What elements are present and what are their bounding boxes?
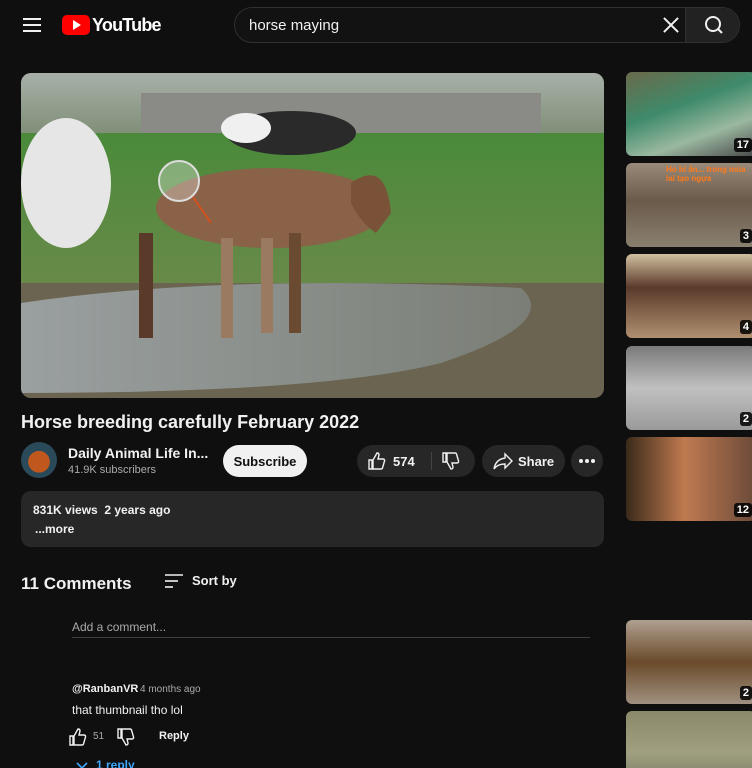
like-button[interactable]: 574 <box>357 445 431 477</box>
recommended-video-thumbnail[interactable]: 4 <box>626 254 752 338</box>
comments-count-title: 11 Comments <box>21 574 132 593</box>
comment-like-count: 51 <box>93 731 105 742</box>
youtube-play-icon <box>62 15 90 35</box>
description-more[interactable]: ...more <box>35 522 74 536</box>
view-stats: 831K views 2 years ago <box>33 503 171 517</box>
comment-author[interactable]: @RanbanVR <box>72 683 138 695</box>
youtube-logo[interactable]: YouTube <box>62 14 162 36</box>
comment-text: that thumbnail tho lol <box>72 703 183 717</box>
description-box[interactable]: 831K views 2 years ago ...more <box>21 491 604 547</box>
logo-text: YouTube <box>92 14 162 35</box>
thumbs-up-icon <box>368 452 386 470</box>
subscribe-button[interactable]: Subscribe <box>223 445 307 477</box>
view-replies-button[interactable]: 1 reply <box>76 758 135 768</box>
sort-icon <box>165 574 183 588</box>
dislike-button[interactable] <box>432 445 475 477</box>
video-title: Horse breeding carefully February 2022 <box>21 412 360 432</box>
menu-button[interactable] <box>20 13 44 37</box>
recommended-video-thumbnail[interactable]: 12 <box>626 437 752 521</box>
comment-dislike-button[interactable] <box>116 727 138 747</box>
like-count: 574 <box>393 454 415 469</box>
search-input[interactable] <box>235 8 685 42</box>
channel-avatar[interactable] <box>21 442 57 478</box>
hamburger-icon <box>23 18 41 20</box>
recommended-video-thumbnail[interactable]: Ho bí ẩn... trong mùa lai tạo ngựa 3 <box>626 163 752 247</box>
subscriber-count: 41.9K subscribers <box>68 464 157 476</box>
chevron-down-icon <box>76 762 88 768</box>
top-bar: YouTube <box>0 0 752 50</box>
recommended-video-thumbnail[interactable]: 2 <box>626 620 752 704</box>
recommended-video-thumbnail[interactable] <box>626 711 752 768</box>
like-dislike-group: 574 <box>357 445 475 477</box>
video-frame <box>21 73 604 398</box>
video-duration: 3 <box>739 229 752 243</box>
add-comment-input[interactable] <box>72 616 590 638</box>
replies-count: 1 reply <box>96 758 135 768</box>
video-duration: 2 <box>739 686 752 700</box>
search-icon <box>705 16 723 34</box>
channel-name[interactable]: Daily Animal Life In... <box>68 445 208 461</box>
sort-label: Sort by <box>192 573 237 588</box>
comment-reply-button[interactable]: Reply <box>159 730 189 742</box>
comment-time[interactable]: 4 months ago <box>140 684 201 695</box>
video-duration: 17 <box>733 138 752 152</box>
more-actions-button[interactable] <box>571 445 603 477</box>
search-button[interactable] <box>685 8 739 42</box>
thumbs-up-icon <box>69 728 87 746</box>
share-icon <box>493 452 513 470</box>
recommended-video-thumbnail[interactable]: 2 <box>626 346 752 430</box>
thumbs-down-icon <box>117 728 135 746</box>
recommended-video-thumbnail[interactable]: 17 <box>626 72 752 156</box>
thumbs-down-icon <box>442 452 460 470</box>
video-player[interactable] <box>21 73 604 398</box>
comment-like-button[interactable] <box>68 727 90 747</box>
video-duration: 12 <box>733 503 752 517</box>
thumbnail-caption: Ho bí ẩn... trong mùa lai tạo ngựa <box>666 165 746 183</box>
share-button[interactable]: Share <box>482 445 565 477</box>
sort-comments-button[interactable]: Sort by <box>163 570 243 592</box>
search-bar <box>234 7 740 43</box>
video-duration: 2 <box>739 412 752 426</box>
video-duration: 4 <box>739 320 752 334</box>
close-icon[interactable] <box>659 13 683 37</box>
more-horizontal-icon <box>579 459 595 463</box>
share-label: Share <box>518 454 555 469</box>
